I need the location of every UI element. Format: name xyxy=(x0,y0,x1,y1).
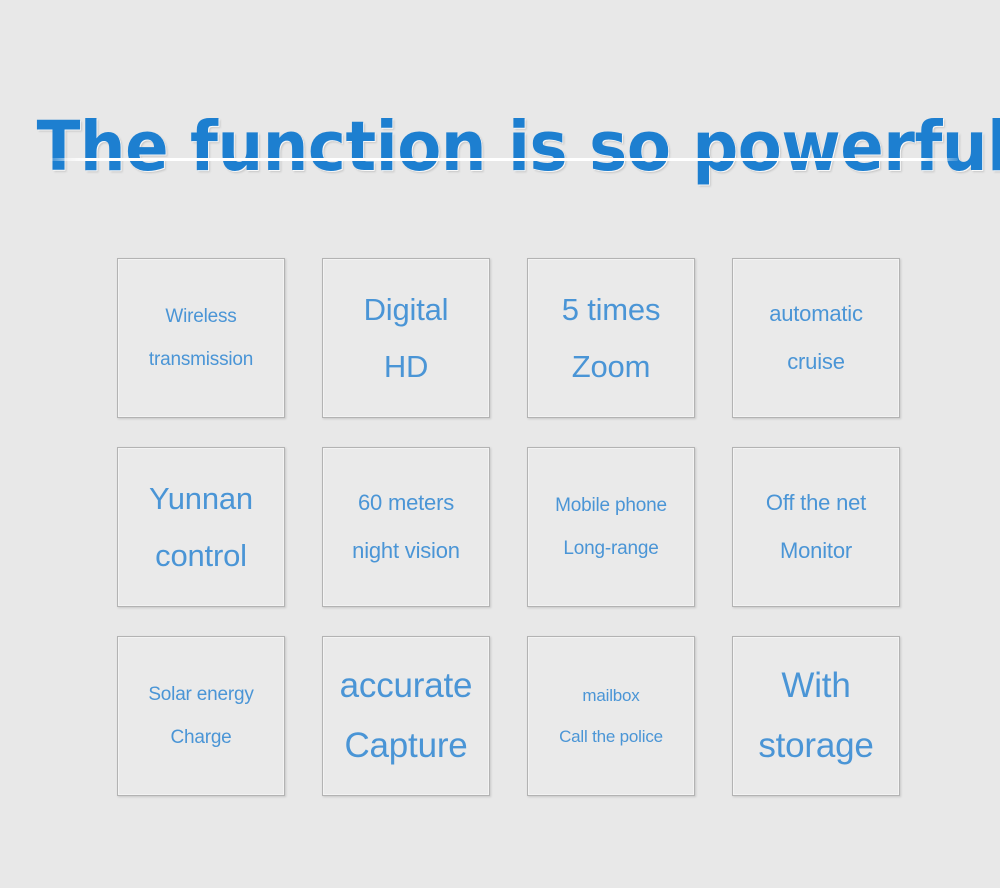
feature-card-line2: Long-range xyxy=(563,538,659,559)
feature-card-line2: control xyxy=(155,538,247,573)
page-title: The function is so powerful xyxy=(36,107,1000,188)
feature-card-line2: Monitor xyxy=(780,538,852,563)
feature-card-line1: Mobile phone xyxy=(555,495,667,516)
feature-card-accurate-capture[interactable]: accurate Capture xyxy=(322,636,490,796)
feature-card-line2: Zoom xyxy=(571,349,651,384)
feature-card-line2: Charge xyxy=(170,727,232,748)
feature-card-line2: transmission xyxy=(148,349,254,370)
feature-card-with-storage[interactable]: With storage xyxy=(732,636,900,796)
feature-card-line1: 5 times xyxy=(561,292,661,327)
feature-card-wireless-transmission[interactable]: Wireless transmission xyxy=(117,258,285,418)
page-title-container: The function is so powerful xyxy=(0,62,1000,232)
feature-card-line2: cruise xyxy=(787,349,845,374)
feature-card-automatic-cruise[interactable]: automatic cruise xyxy=(732,258,900,418)
feature-card-solar-energy-charge[interactable]: Solar energy Charge xyxy=(117,636,285,796)
feature-card-line2: night vision xyxy=(352,538,460,563)
feature-card-line1: mailbox xyxy=(582,686,640,705)
feature-card-yunnan-control[interactable]: Yunnan control xyxy=(117,447,285,607)
feature-card-line1: With xyxy=(781,666,851,705)
feature-card-line1: automatic xyxy=(769,301,863,326)
feature-card-line1: Wireless xyxy=(165,306,237,327)
title-divider xyxy=(50,158,958,161)
feature-card-mailbox-call-the-police[interactable]: mailbox Call the police xyxy=(527,636,695,796)
feature-card-line1: Yunnan xyxy=(149,481,253,516)
feature-card-line2: Call the police xyxy=(559,727,663,746)
feature-card-off-the-net-monitor[interactable]: Off the net Monitor xyxy=(732,447,900,607)
feature-card-line2: storage xyxy=(758,726,874,765)
feature-card-line2: Capture xyxy=(344,726,468,765)
feature-card-mobile-phone-long-range[interactable]: Mobile phone Long-range xyxy=(527,447,695,607)
feature-card-sixty-meters-night-vision[interactable]: 60 meters night vision xyxy=(322,447,490,607)
feature-highlight-page: The function is so powerful Wireless tran… xyxy=(0,0,1000,888)
feature-card-line1: 60 meters xyxy=(357,490,455,515)
feature-card-line1: Solar energy xyxy=(148,684,254,705)
feature-card-digital-hd[interactable]: Digital HD xyxy=(322,258,490,418)
feature-card-line1: accurate xyxy=(339,666,473,705)
feature-card-five-times-zoom[interactable]: 5 times Zoom xyxy=(527,258,695,418)
feature-card-grid: Wireless transmission Digital HD 5 times Zoom… xyxy=(117,258,901,796)
feature-card-line2: HD xyxy=(383,349,429,384)
feature-card-line1: Digital xyxy=(363,292,449,327)
feature-card-line1: Off the net xyxy=(765,490,867,515)
